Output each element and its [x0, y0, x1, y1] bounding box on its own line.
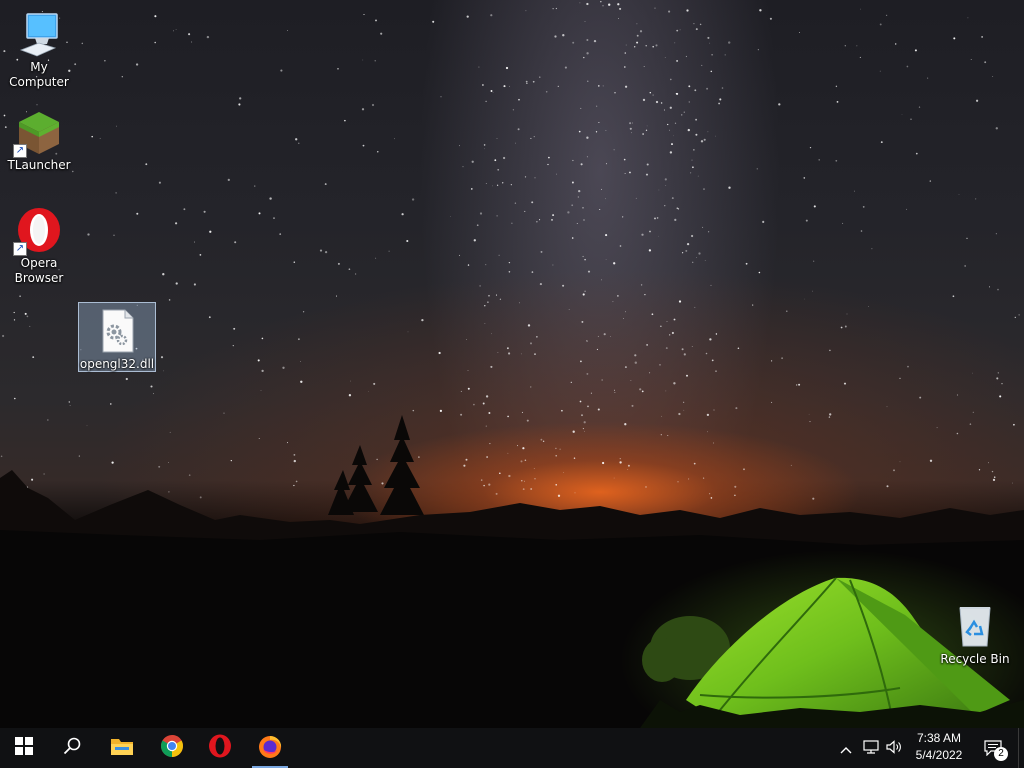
chevron-up-icon: [840, 739, 852, 758]
notification-count-badge: 2: [994, 747, 1008, 761]
recycle-bin-icon: [951, 602, 999, 650]
search-icon: [63, 737, 81, 759]
clock-date: 5/4/2022: [915, 748, 963, 762]
taskbar: 7:38 AM 5/4/2022 2: [0, 728, 1024, 768]
taskbar-chrome[interactable]: [148, 728, 196, 768]
desktop-icon-opera-browser[interactable]: ↗ Opera Browser: [0, 202, 78, 286]
tray-clock[interactable]: 7:38 AM 5/4/2022: [906, 730, 972, 766]
network-icon: [863, 739, 879, 758]
desktop[interactable]: My Computer ↗ TLauncher ↗ Opera Browser: [0, 0, 1024, 728]
opera-icon: [208, 734, 232, 762]
tray-volume-button[interactable]: [884, 728, 906, 768]
taskbar-opera[interactable]: [196, 728, 244, 768]
clock-time: 7:38 AM: [916, 731, 962, 745]
action-center-button[interactable]: 2: [980, 728, 1008, 768]
tray-network-button[interactable]: [860, 728, 882, 768]
desktop-icon-label: Opera Browser: [14, 256, 64, 285]
shortcut-arrow-icon: ↗: [13, 242, 27, 256]
opera-icon: ↗: [13, 206, 63, 256]
desktop-icon-label: TLauncher: [7, 158, 71, 172]
taskbar-file-explorer[interactable]: [98, 728, 146, 768]
computer-icon: [15, 10, 63, 58]
folder-icon: [110, 735, 134, 761]
taskbar-firefox[interactable]: [246, 728, 294, 768]
minecraft-grass-block-icon: ↗: [13, 108, 63, 158]
windows-start-icon: [15, 737, 33, 759]
shortcut-arrow-icon: ↗: [13, 144, 27, 158]
desktop-icon-tlauncher[interactable]: ↗ TLauncher: [0, 104, 78, 173]
notification-icon: 2: [984, 740, 1008, 761]
desktop-icon-label: Recycle Bin: [940, 652, 1010, 666]
speaker-icon: [886, 739, 904, 758]
desktop-icon-opengl32-dll[interactable]: opengl32.dll: [78, 302, 156, 372]
desktop-icon-recycle-bin[interactable]: Recycle Bin: [936, 598, 1014, 667]
tray-overflow-button[interactable]: [836, 728, 856, 768]
start-button[interactable]: [0, 728, 48, 768]
desktop-icon-label: My Computer: [9, 60, 69, 89]
search-button[interactable]: [48, 728, 96, 768]
desktop-icon-my-computer[interactable]: My Computer: [0, 6, 78, 90]
chrome-icon: [160, 734, 184, 762]
show-desktop-button[interactable]: [1018, 728, 1024, 768]
desktop-icon-label: opengl32.dll: [79, 357, 155, 371]
firefox-icon: [257, 733, 283, 763]
dll-file-icon: [93, 307, 141, 355]
